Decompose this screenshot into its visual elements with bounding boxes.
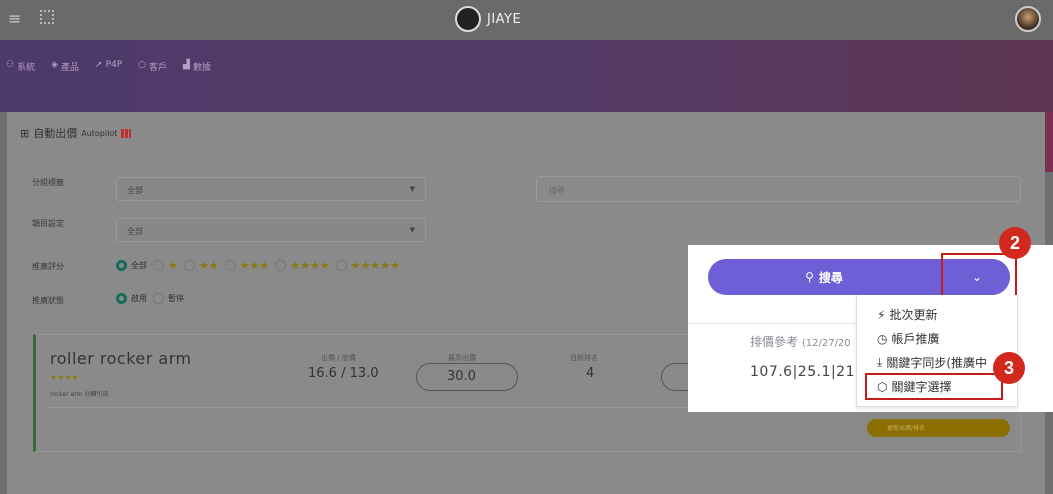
chevron-down-icon: ▼ (409, 226, 415, 234)
category-label: 類目設定 (32, 219, 64, 228)
search-icon: ⚲ (805, 270, 814, 284)
search-button-label: 搜尋 (818, 270, 843, 285)
brand[interactable]: JIAYE (455, 6, 521, 32)
price-ref-date: (12/27/20 (801, 338, 851, 349)
target-rank-input[interactable] (661, 363, 691, 391)
menu-item-account-promo[interactable]: ◷ 帳戶推廣 (877, 330, 940, 347)
nav-item-customers[interactable]: ○ 客戶 (138, 60, 167, 73)
rating-radio-3[interactable] (224, 260, 236, 271)
nav-label: 客戶 (149, 63, 168, 73)
step-badge-2: 2 (999, 227, 1031, 259)
rating-label: 推廣評分 (32, 262, 64, 271)
card-title: ⊞ 自動出價 Autopilot (20, 125, 132, 141)
group-select[interactable]: 全部 ▼ (116, 177, 426, 201)
nav-item-p4p[interactable]: ➚ P4P (95, 60, 122, 73)
accent-strip (1045, 112, 1053, 172)
group-label: 分組標籤 (32, 178, 64, 187)
search-input[interactable]: 搜尋 (536, 176, 1021, 202)
max-bid-label: 最高出價 (448, 354, 476, 362)
product-title: roller rocker arm (50, 349, 192, 368)
max-bid-input[interactable]: 30.0 (416, 363, 518, 391)
price-ref-label: 排價參考 (12/27/20 (750, 333, 851, 350)
divider (688, 323, 856, 324)
update-bid-label: 更新出價/排名 (887, 425, 926, 432)
status-label: 推廣狀態 (32, 296, 64, 305)
rating-radio-all[interactable] (116, 260, 127, 271)
nav-item-products[interactable]: ◈ 產品 (51, 60, 79, 73)
nav-label: 數據 (192, 63, 211, 73)
menu-item-batch-update[interactable]: ⚡ 批次更新 (877, 306, 937, 323)
star-icon: ★★★ (239, 259, 270, 272)
nav-item-data[interactable]: ▟ 數據 (183, 60, 211, 73)
status-radio-on[interactable] (116, 293, 127, 304)
zoom-callout: ⚲ 搜尋 ⌄ 2 排價參考 (12/27/20 107.6|25.1|21. ⚡ 批… (688, 227, 1053, 412)
hamburger-menu-icon[interactable]: ≡ (8, 9, 21, 28)
brand-name: JIAYE (487, 11, 522, 27)
rating-radio-group: 全部 ★ ★★ ★★★ ★★★★ ★★★★★ (116, 259, 404, 272)
price-ref-value: 107.6|25.1|21. (750, 364, 860, 380)
star-icon: ★ (168, 259, 178, 272)
rating-radio-5[interactable] (335, 260, 347, 271)
star-icon: ★★★★ (290, 259, 330, 272)
rating-radio-4[interactable] (275, 260, 287, 271)
chat-icon: ○ (138, 60, 147, 70)
user-icon: ⚇ (6, 60, 15, 70)
rating-all-label: 全部 (131, 261, 147, 270)
product-stars: ★★★★ (50, 373, 79, 382)
star-icon: ★★ (198, 259, 219, 272)
avatar[interactable] (1015, 6, 1041, 32)
nav-label: 系統 (17, 63, 36, 73)
menu-item-label: 帳戶推廣 (891, 332, 940, 346)
brand-logo-icon (455, 6, 481, 32)
update-bid-button[interactable]: 更新出價/排名 (867, 419, 1010, 437)
product-subtitle: rocker arm 分轉引流 (50, 391, 109, 398)
main-nav: ⚇ 系統 ◈ 產品 ➚ P4P ○ 客戶 ▟ 數據 (0, 40, 1053, 112)
fullscreen-icon[interactable] (40, 10, 54, 24)
chevron-down-icon: ▼ (409, 185, 415, 193)
menu-item-label: 關鍵字同步(推廣中 (886, 356, 987, 370)
status-on-label: 啟用 (131, 294, 147, 303)
layers-icon: ◈ (51, 60, 59, 70)
bar-chart-icon: ▟ (183, 60, 190, 70)
category-select[interactable]: 全部 ▼ (116, 218, 426, 242)
status-off-label: 暫停 (168, 294, 184, 303)
menu-item-keyword-sync[interactable]: ⤓ 關鍵字同步(推廣中 (877, 354, 987, 371)
nav-item-system[interactable]: ⚇ 系統 (6, 60, 35, 73)
nav-label: P4P (105, 60, 123, 70)
card-title-text: 自動出價 (33, 127, 78, 140)
clock-icon: ◷ (877, 331, 888, 346)
highlight-box (865, 373, 1003, 400)
category-select-value: 全部 (127, 227, 143, 236)
rating-radio-1[interactable] (153, 260, 164, 271)
status-radio-off[interactable] (153, 293, 164, 304)
rating-radio-2[interactable] (183, 260, 195, 271)
rank-value: 4 (586, 366, 595, 381)
star-icon: ★★★★★ (350, 259, 400, 272)
top-bar: ≡ JIAYE (0, 0, 1053, 40)
step-badge-3: 3 (993, 352, 1025, 384)
briefcase-icon: ⊞ (20, 126, 30, 140)
status-radio-group: 啟用 暫停 (116, 293, 184, 304)
rank-label: 目前排名 (570, 354, 598, 362)
highlight-box (941, 253, 1017, 298)
nav-label: 產品 (61, 63, 80, 73)
bid-label: 出價 / 底價 (321, 354, 356, 362)
card-subtitle: Autopilot (81, 128, 118, 138)
send-icon: ➚ (95, 60, 103, 70)
group-select-value: 全部 (127, 186, 143, 195)
menu-item-label: 批次更新 (889, 308, 938, 322)
price-ref-text: 排價參考 (750, 335, 799, 349)
bolt-icon: ⚡ (877, 307, 886, 322)
download-icon: ⤓ (877, 355, 883, 369)
signal-bars-icon (121, 128, 132, 138)
bid-value: 16.6 / 13.0 (308, 366, 379, 381)
